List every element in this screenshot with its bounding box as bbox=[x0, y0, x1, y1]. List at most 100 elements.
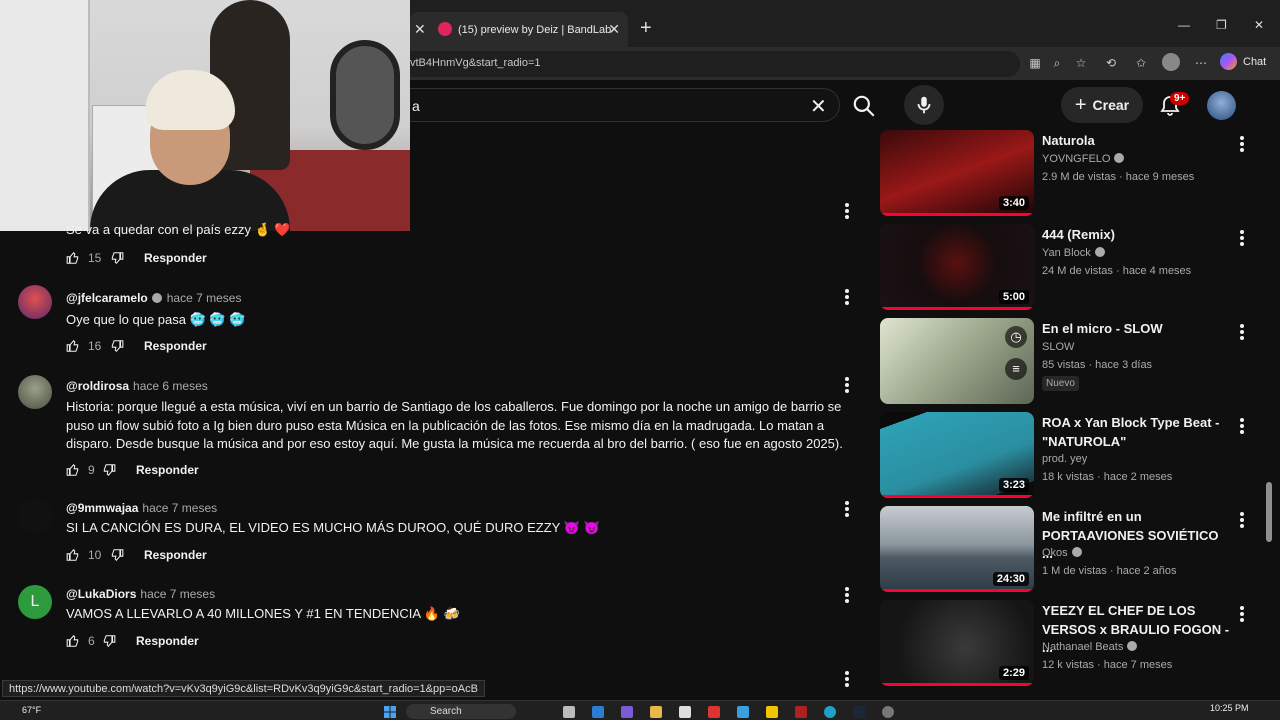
video-channel[interactable]: Nathanael Beats bbox=[1042, 641, 1138, 653]
file-icon[interactable] bbox=[563, 706, 575, 718]
tab-close-icon[interactable]: ✕ bbox=[608, 21, 620, 38]
window-close-icon[interactable]: ✕ bbox=[1254, 18, 1264, 32]
store-icon[interactable] bbox=[679, 706, 691, 718]
video-menu-icon[interactable] bbox=[1240, 230, 1244, 246]
new-tab-icon[interactable]: + bbox=[640, 17, 652, 40]
comment-author[interactable]: @9mmwajaa bbox=[66, 501, 138, 515]
reply-button[interactable]: Responder bbox=[144, 548, 207, 562]
comment-time[interactable]: hace 7 meses bbox=[167, 291, 242, 305]
app-blue-icon[interactable] bbox=[737, 706, 749, 718]
browser-tab[interactable]: (15) preview by Deiz | BandLab ✕ bbox=[410, 12, 628, 47]
comment-author[interactable]: @LukaDiors bbox=[66, 587, 136, 601]
related-video-item[interactable]: ◷ ≡ En el micro - SLOW SLOW 85 vistas · … bbox=[880, 318, 1270, 406]
video-menu-icon[interactable] bbox=[1240, 136, 1244, 152]
edge-icon[interactable] bbox=[824, 706, 836, 718]
video-thumbnail[interactable]: 3:23 bbox=[880, 412, 1034, 498]
avatar[interactable] bbox=[18, 285, 52, 319]
dislike-icon[interactable] bbox=[102, 634, 116, 648]
profile-icon[interactable] bbox=[1162, 53, 1180, 71]
comment-time[interactable]: hace 6 meses bbox=[133, 379, 208, 393]
video-menu-icon[interactable] bbox=[1240, 606, 1244, 622]
comment-menu-icon[interactable] bbox=[845, 501, 849, 517]
comment-time[interactable]: hace 7 meses bbox=[142, 501, 217, 515]
weather-widget[interactable]: 67°F bbox=[22, 705, 41, 715]
video-title[interactable]: ROA x Yan Block Type Beat - "NATUROLA" bbox=[1042, 414, 1232, 451]
related-video-item[interactable]: 5:00 444 (Remix) Yan Block 24 M de vista… bbox=[880, 224, 1270, 312]
account-avatar[interactable] bbox=[1207, 91, 1236, 120]
page-scrollbar[interactable] bbox=[1266, 482, 1272, 542]
watch-later-icon[interactable]: ◷ bbox=[1005, 326, 1027, 348]
video-thumbnail[interactable]: 2:29 bbox=[880, 600, 1034, 686]
taskbar-clock[interactable]: 10:25 PM bbox=[1210, 703, 1249, 713]
video-thumbnail[interactable]: 5:00 bbox=[880, 224, 1034, 310]
video-channel[interactable]: SLOW bbox=[1042, 341, 1074, 353]
app-gear-icon[interactable] bbox=[882, 706, 894, 718]
restore-icon[interactable]: ❐ bbox=[1216, 18, 1227, 32]
avatar[interactable] bbox=[18, 499, 52, 533]
voice-search-button[interactable] bbox=[904, 85, 944, 125]
comment-menu-icon[interactable] bbox=[845, 289, 849, 305]
clear-search-icon[interactable]: ✕ bbox=[810, 94, 827, 119]
like-icon[interactable] bbox=[66, 634, 80, 648]
video-menu-icon[interactable] bbox=[1240, 324, 1244, 340]
favorite-star-icon[interactable]: ☆ bbox=[1074, 56, 1088, 70]
comment-menu-icon[interactable] bbox=[845, 587, 849, 603]
apps-icon[interactable]: ▦ bbox=[1028, 56, 1042, 70]
taskbar-search[interactable]: Search bbox=[406, 704, 516, 719]
app-yellow-icon[interactable] bbox=[766, 706, 778, 718]
extensions-icon[interactable]: ⟲ bbox=[1104, 56, 1118, 70]
reply-button[interactable]: Responder bbox=[144, 339, 207, 353]
video-thumbnail[interactable]: ◷ ≡ bbox=[880, 318, 1034, 404]
related-video-item[interactable]: 2:29 YEEZY EL CHEF DE LOS VERSOS x BRAUL… bbox=[880, 600, 1270, 688]
dislike-icon[interactable] bbox=[102, 463, 116, 477]
comment-menu-icon[interactable] bbox=[845, 203, 849, 219]
avatar[interactable] bbox=[18, 375, 52, 409]
comment-time[interactable]: hace 7 meses bbox=[140, 587, 215, 601]
video-thumbnail[interactable]: 24:30 bbox=[880, 506, 1034, 592]
app-m-icon[interactable] bbox=[795, 706, 807, 718]
chat-button[interactable]: Chat bbox=[1220, 53, 1266, 70]
video-title[interactable]: 444 (Remix) bbox=[1042, 226, 1232, 245]
steam-icon[interactable] bbox=[853, 706, 865, 718]
like-icon[interactable] bbox=[66, 548, 80, 562]
search-icon[interactable] bbox=[850, 93, 878, 119]
windows-start-icon[interactable] bbox=[384, 706, 396, 718]
video-title[interactable]: Naturola bbox=[1042, 132, 1232, 151]
dislike-icon[interactable] bbox=[110, 339, 124, 353]
add-to-queue-icon[interactable]: ≡ bbox=[1005, 358, 1027, 380]
like-icon[interactable] bbox=[66, 339, 80, 353]
previous-tab-close-icon[interactable]: ✕ bbox=[414, 21, 426, 38]
comment-author[interactable]: @jfelcaramelo bbox=[66, 291, 148, 305]
like-icon[interactable] bbox=[66, 463, 80, 477]
comment-author[interactable]: @roldirosa bbox=[66, 379, 129, 393]
dislike-icon[interactable] bbox=[110, 251, 124, 265]
video-menu-icon[interactable] bbox=[1240, 512, 1244, 528]
favorites-icon[interactable]: ✩ bbox=[1134, 56, 1148, 70]
reply-button[interactable]: Responder bbox=[144, 251, 207, 265]
app-red-icon[interactable] bbox=[708, 706, 720, 718]
comment-menu-icon[interactable] bbox=[845, 671, 849, 687]
reply-button[interactable]: Responder bbox=[136, 634, 199, 648]
word-icon[interactable] bbox=[592, 706, 604, 718]
zoom-icon[interactable]: ⌕ bbox=[1050, 56, 1064, 70]
video-channel[interactable]: Okos bbox=[1042, 547, 1082, 559]
related-video-item[interactable]: 24:30 Me infiltré en un PORTAAVIONES SOV… bbox=[880, 506, 1270, 594]
more-menu-icon[interactable]: ⋯ bbox=[1194, 56, 1208, 70]
video-thumbnail[interactable]: 3:40 bbox=[880, 130, 1034, 216]
create-button[interactable]: + Crear bbox=[1061, 87, 1143, 123]
video-menu-icon[interactable] bbox=[1240, 418, 1244, 434]
reply-button[interactable]: Responder bbox=[136, 463, 199, 477]
related-video-item[interactable]: 3:23 ROA x Yan Block Type Beat - "NATURO… bbox=[880, 412, 1270, 500]
video-channel[interactable]: YOVNGFELO bbox=[1042, 153, 1125, 165]
video-title[interactable]: En el micro - SLOW bbox=[1042, 320, 1232, 339]
like-icon[interactable] bbox=[66, 251, 80, 265]
dislike-icon[interactable] bbox=[110, 548, 124, 562]
folder-icon[interactable] bbox=[650, 706, 662, 718]
comment-menu-icon[interactable] bbox=[845, 377, 849, 393]
address-bar[interactable]: vtB4HnmVg&start_radio=1 bbox=[410, 51, 1020, 77]
video-channel[interactable]: Yan Block bbox=[1042, 247, 1105, 259]
related-video-item[interactable]: 3:40 Naturola YOVNGFELO 2.9 M de vistas … bbox=[880, 130, 1270, 218]
search-input[interactable]: a ✕ bbox=[410, 88, 840, 122]
minimize-icon[interactable]: — bbox=[1178, 18, 1190, 32]
avatar[interactable]: L bbox=[18, 585, 52, 619]
